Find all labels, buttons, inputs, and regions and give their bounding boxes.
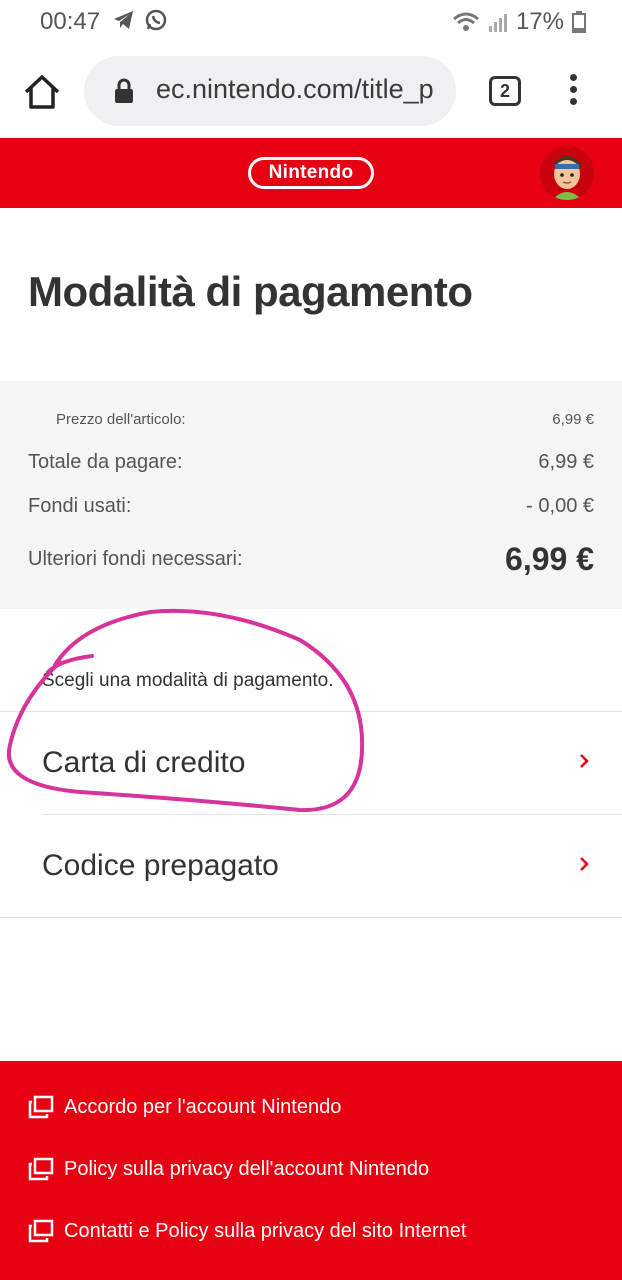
payment-prompt: Scegli una modalità di pagamento. bbox=[42, 670, 334, 691]
mii-avatar-icon bbox=[540, 146, 594, 200]
status-bar: 00:47 17% bbox=[0, 0, 622, 44]
funds-used-value: - 0,00 € bbox=[526, 495, 594, 517]
browser-toolbar: ec.nintendo.com/title_p 2 bbox=[0, 44, 622, 138]
funds-needed-label: Ulteriori fondi necessari: bbox=[28, 548, 243, 570]
footer-link-label: Contatti e Policy sulla privacy del sito… bbox=[64, 1219, 467, 1242]
telegram-icon bbox=[114, 11, 133, 29]
home-icon[interactable] bbox=[22, 72, 62, 112]
funds-needed-row: Ulteriori fondi necessari: 6,99 € bbox=[28, 541, 594, 578]
page-title: Modalità di pagamento bbox=[28, 268, 473, 315]
credit-card-label: Carta di credito bbox=[42, 746, 246, 779]
total-value: 6,99 € bbox=[538, 451, 594, 473]
external-link-icon bbox=[28, 1095, 54, 1119]
funds-needed-value: 6,99 € bbox=[505, 541, 594, 577]
funds-used-row: Fondi usati: - 0,00 € bbox=[28, 495, 594, 518]
signal-icon bbox=[488, 14, 507, 32]
external-link-icon bbox=[28, 1157, 54, 1181]
notification-icons bbox=[112, 8, 168, 32]
chevron-right-icon bbox=[580, 754, 589, 768]
item-price-row: Prezzo dell'articolo: 6,99 € bbox=[56, 411, 594, 428]
lock-icon bbox=[115, 78, 133, 103]
footer-link-label: Policy sulla privacy dell'account Ninten… bbox=[64, 1157, 430, 1180]
site-footer: Accordo per l'account Nintendo Policy su… bbox=[0, 1061, 622, 1280]
credit-card-option[interactable]: Carta di credito bbox=[0, 712, 622, 814]
system-icons: 17% bbox=[452, 8, 586, 36]
battery-percent: 17% bbox=[515, 8, 564, 35]
chevron-right-icon bbox=[580, 857, 589, 871]
battery-icon bbox=[572, 11, 586, 33]
item-price-value: 6,99 € bbox=[552, 411, 594, 428]
prepaid-code-label: Codice prepagato bbox=[42, 849, 279, 882]
url-text: ec.nintendo.com/title_p bbox=[156, 74, 434, 104]
total-label: Totale da pagare: bbox=[28, 451, 183, 473]
item-price-label: Prezzo dell'articolo: bbox=[56, 411, 186, 428]
total-row: Totale da pagare: 6,99 € bbox=[28, 451, 594, 474]
site-header: Nintendo bbox=[0, 138, 622, 208]
tab-switcher-button[interactable]: 2 bbox=[489, 76, 521, 106]
overflow-menu-icon[interactable] bbox=[562, 74, 584, 110]
whatsapp-icon bbox=[145, 9, 167, 31]
user-avatar[interactable] bbox=[540, 146, 594, 200]
address-bar[interactable]: ec.nintendo.com/title_p bbox=[84, 56, 456, 126]
wifi-icon bbox=[452, 12, 479, 31]
footer-link-contacts-privacy[interactable]: Contatti e Policy sulla privacy del sito… bbox=[28, 1219, 466, 1243]
footer-link-account-agreement[interactable]: Accordo per l'account Nintendo bbox=[28, 1095, 341, 1119]
prepaid-code-option[interactable]: Codice prepagato bbox=[0, 815, 622, 917]
nintendo-logo[interactable]: Nintendo bbox=[248, 157, 374, 189]
price-summary: Prezzo dell'articolo: 6,99 € Totale da p… bbox=[0, 381, 622, 609]
external-link-icon bbox=[28, 1219, 54, 1243]
divider bbox=[0, 917, 622, 918]
funds-used-label: Fondi usati: bbox=[28, 495, 132, 517]
status-time: 00:47 bbox=[40, 8, 101, 35]
footer-link-label: Accordo per l'account Nintendo bbox=[64, 1095, 342, 1118]
footer-link-account-privacy[interactable]: Policy sulla privacy dell'account Ninten… bbox=[28, 1157, 429, 1181]
